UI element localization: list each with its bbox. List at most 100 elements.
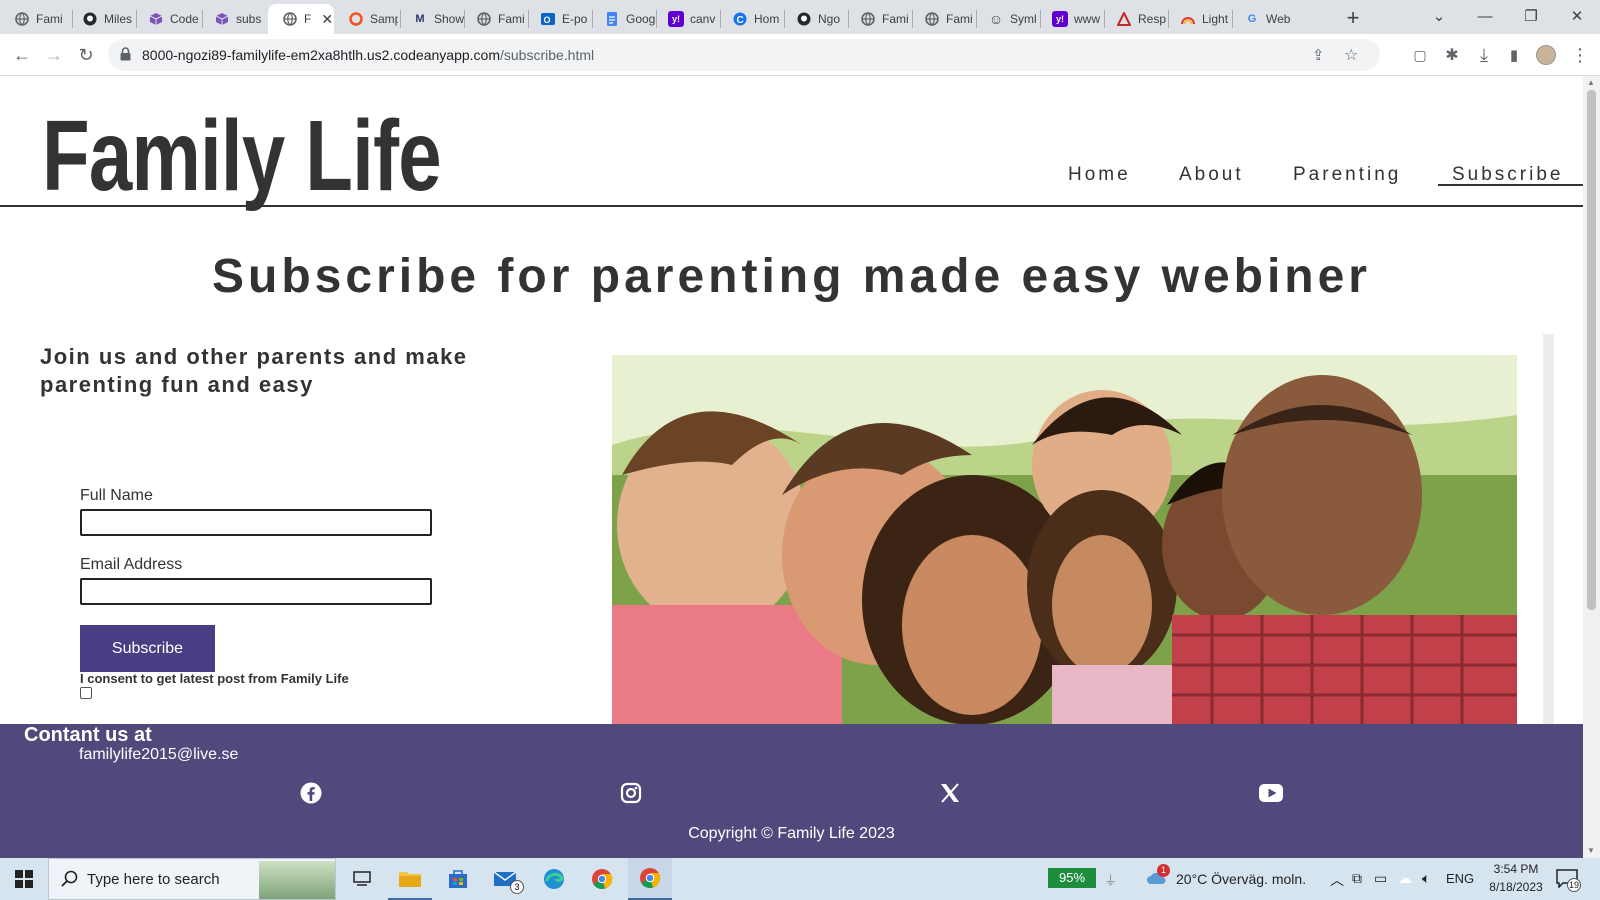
clock-date[interactable]: 8/18/2023 (1480, 880, 1552, 894)
bookmark-star-icon[interactable]: ☆ (1344, 45, 1358, 65)
url-text[interactable]: 8000-ngozi89-familylife-em2xa8htlh.us2.c… (142, 47, 594, 63)
google-icon: G (1247, 13, 1257, 25)
tab-label: Fami (882, 12, 909, 26)
tab-label: Miles (104, 12, 133, 26)
menu-icon[interactable]: ⋮ (1566, 41, 1594, 69)
edge-icon[interactable] (532, 858, 576, 900)
consent-checkbox[interactable] (80, 687, 92, 699)
family-photo (612, 355, 1517, 725)
globe-icon (476, 11, 492, 27)
browser-tab-active[interactable]: F ✕ (268, 4, 334, 34)
browser-tab[interactable]: Goog (590, 4, 656, 34)
battery-indicator[interactable]: 95% (1048, 868, 1096, 888)
chrome-active-icon[interactable] (628, 858, 672, 900)
share-icon[interactable]: ⇪ (1312, 46, 1325, 64)
network-icon[interactable]: ⧉ (1352, 870, 1362, 887)
tab-label: Fami (36, 12, 63, 26)
mail-icon[interactable]: 3 (484, 858, 528, 900)
nav-subscribe[interactable]: Subscribe (1452, 164, 1564, 186)
tab-label: Samp (370, 12, 398, 26)
weather-text[interactable]: 20°C Överväg. moln. (1176, 871, 1306, 887)
instagram-icon[interactable] (619, 781, 643, 805)
browser-tab[interactable]: G Web (1230, 4, 1296, 34)
store-icon[interactable] (436, 858, 480, 900)
search-placeholder: Type here to search (87, 871, 220, 888)
weather-badge: 1 (1157, 864, 1170, 877)
chrome-icon[interactable] (580, 858, 624, 900)
tab-label: Web (1266, 12, 1291, 26)
battery-icon[interactable]: ▭ (1374, 870, 1387, 887)
tab-search-icon[interactable]: ⌄ (1416, 0, 1462, 32)
nav-about[interactable]: About (1179, 164, 1244, 186)
x-icon[interactable] (938, 781, 962, 805)
start-button[interactable] (0, 858, 48, 900)
email-input[interactable] (80, 578, 432, 605)
browser-tab[interactable]: Samp (334, 4, 398, 34)
clock-time[interactable]: 3:54 PM (1486, 862, 1546, 876)
forward-button[interactable]: → (40, 41, 68, 69)
show-hidden-icons-icon[interactable]: ︿ (1330, 870, 1344, 890)
browser-tab[interactable]: Light (1166, 4, 1232, 34)
avatar[interactable] (1532, 41, 1560, 69)
header-divider (0, 205, 1583, 207)
browser-tab[interactable]: Fami (910, 4, 976, 34)
file-explorer-icon[interactable] (388, 858, 432, 900)
back-button[interactable]: ← (8, 41, 36, 69)
new-tab-button[interactable]: + (1340, 5, 1366, 31)
scroll-down-icon[interactable]: ▼ (1587, 846, 1595, 855)
volume-icon[interactable]: 🔈︎ (1422, 870, 1430, 887)
svg-text:O: O (544, 15, 551, 25)
language-indicator[interactable]: ENG (1446, 871, 1474, 886)
contact-title: Contant us at (24, 724, 152, 746)
close-window-button[interactable]: ✕ (1554, 0, 1600, 32)
url-host: 8000-ngozi89-familylife-em2xa8htlh.us2.c… (142, 47, 500, 63)
puzzle-icon[interactable]: ✱ (1438, 41, 1466, 69)
side-panel-icon[interactable]: ▮ (1500, 41, 1528, 69)
close-tab-icon[interactable]: ✕ (321, 11, 333, 28)
reload-button[interactable]: ↻ (72, 41, 100, 69)
browser-tab[interactable]: Resp (1102, 4, 1168, 34)
notifications-icon[interactable]: 19 (1556, 868, 1581, 892)
tab-label: Goog (626, 12, 656, 26)
task-view-icon[interactable] (340, 858, 384, 900)
browser-tab[interactable]: y! canv (654, 4, 720, 34)
nav-parenting[interactable]: Parenting (1293, 164, 1401, 186)
scroll-up-icon[interactable]: ▲ (1587, 78, 1595, 87)
tab-label: www (1074, 12, 1100, 26)
browser-tab[interactable]: Fami (0, 4, 67, 34)
image-panel-edge (1543, 334, 1554, 726)
browser-tab[interactable]: Fami (462, 4, 528, 34)
browser-tab[interactable]: Ngo (782, 4, 848, 34)
youtube-icon[interactable] (1259, 781, 1283, 805)
browser-tab[interactable]: y! www (1038, 4, 1104, 34)
full-name-input[interactable] (80, 509, 432, 536)
browser-tab[interactable]: subs (200, 4, 266, 34)
browser-tab[interactable]: ☺ Syml (974, 4, 1040, 34)
lock-icon[interactable] (120, 47, 131, 66)
site-logo[interactable]: Family Life (42, 99, 442, 214)
taskbar-search[interactable]: Type here to search (48, 858, 336, 900)
browser-tab[interactable]: C Hom (718, 4, 784, 34)
browser-tab[interactable]: Fami (846, 4, 912, 34)
download-icon[interactable]: ⤓ (1470, 41, 1498, 69)
browser-tab[interactable]: Code (134, 4, 200, 34)
subscribe-button[interactable]: Subscribe (80, 625, 215, 672)
url-path: /subscribe.html (499, 47, 595, 63)
browser-tab[interactable]: Miles (68, 4, 134, 34)
minimize-button[interactable]: — (1462, 0, 1508, 32)
facebook-icon[interactable] (299, 781, 323, 805)
browser-tab[interactable]: O E-po (526, 4, 592, 34)
contact-email[interactable]: familylife2015@live.se (79, 746, 238, 764)
restore-button[interactable]: ❐ (1508, 0, 1554, 32)
github-icon (796, 11, 812, 27)
copyright-text: Copyright © Family Life 2023 (688, 825, 895, 842)
extension-icon[interactable]: ▢ (1406, 41, 1434, 69)
onedrive-icon[interactable]: ☁ (1398, 870, 1412, 887)
svg-text:C: C (737, 15, 744, 26)
windows-taskbar: Type here to search 3 95% ⏚ 1 20°C Överv… (0, 858, 1600, 900)
nav-home[interactable]: Home (1068, 164, 1131, 186)
page-scrollbar[interactable]: ▲ ▼ (1583, 76, 1600, 858)
scrollbar-thumb[interactable] (1587, 90, 1596, 610)
browser-tab[interactable]: M Show (398, 4, 464, 34)
address-bar[interactable]: 8000-ngozi89-familylife-em2xa8htlh.us2.c… (108, 39, 1380, 71)
